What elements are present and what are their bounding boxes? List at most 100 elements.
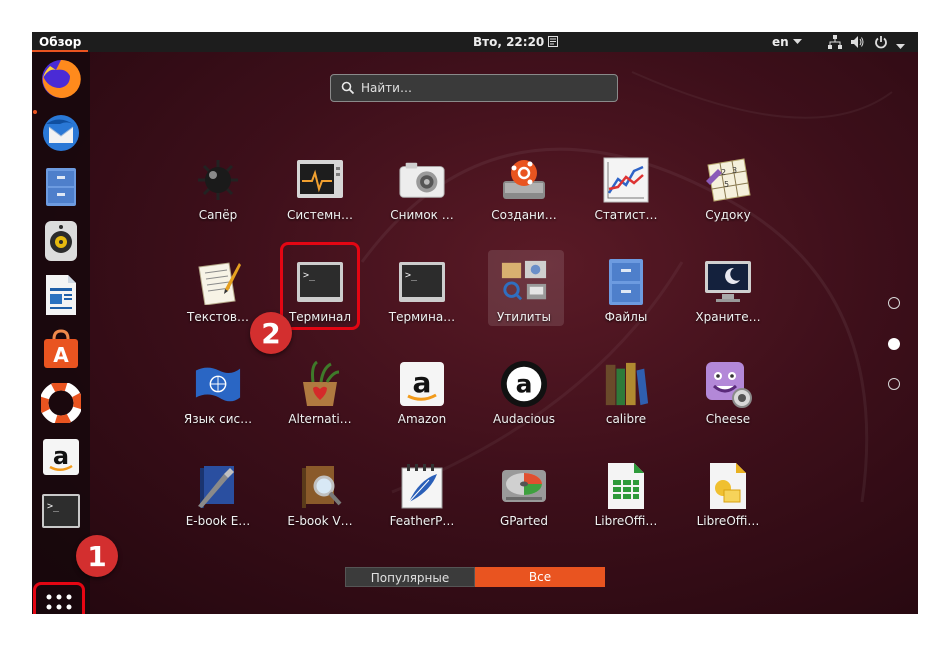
text-editor-icon [198,262,241,305]
app-cheese[interactable]: Cheese [678,356,778,436]
app-ebook-editor[interactable]: E-book E… [168,458,268,538]
cheese-icon [706,362,752,408]
calibre-books-icon [605,362,649,406]
app-amazon[interactable]: a Amazon [372,356,472,436]
notification-icon [548,36,559,47]
featherpad-icon [401,464,443,509]
app-label: Статист… [594,208,658,222]
top-bar: Обзор Вто, 22:20 en [32,32,918,52]
callout-1: 1 [76,535,118,577]
app-icon-wrap [704,258,752,306]
app-screenshot[interactable]: Снимок … [372,152,472,232]
dock-libreoffice-writer[interactable] [37,271,85,319]
show-applications-button[interactable] [33,582,85,614]
app-statistics[interactable]: Статист… [576,152,676,232]
app-gparted[interactable]: GParted [474,458,574,538]
activities-button[interactable]: Обзор [32,32,89,52]
dock-rhythmbox[interactable] [37,217,85,265]
app-icon-wrap [194,360,242,408]
app-libreoffice-calc[interactable]: LibreOffi… [576,458,676,538]
svg-text:A: A [53,343,69,367]
power-icon[interactable] [874,34,888,50]
app-label: LibreOffi… [696,514,760,528]
software-bag-icon: A [44,329,78,368]
app-minesweeper[interactable]: Сапёр [168,152,268,232]
terminal-highlight-frame [280,242,360,330]
language-selector[interactable]: en [772,32,802,52]
svg-text:>_: >_ [47,501,60,512]
app-icon-wrap: >_ [398,258,446,306]
app-icon-wrap [398,156,446,204]
search-input[interactable] [361,75,611,101]
app-icon-wrap [602,258,650,306]
app-icon-wrap [602,360,650,408]
app-audacious[interactable]: a Audacious [474,356,574,436]
libreoffice-draw-icon [710,463,746,509]
lifebuoy-icon [41,383,81,423]
app-label: Файлы [604,310,648,324]
app-libreoffice-draw[interactable]: LibreOffi… [678,458,778,538]
dock-amazon[interactable]: a [37,433,85,481]
app-ebook-viewer[interactable]: E-book V… [270,458,370,538]
mine-icon [198,160,238,200]
app-label: calibre [605,412,647,426]
page-indicator-1[interactable] [888,297,900,309]
app-sudoku[interactable]: 2 3 5 Судоку [678,152,778,232]
terminal-icon: >_ [42,494,80,528]
app-icon-wrap [194,462,242,510]
app-icon-wrap [602,462,650,510]
system-menu-chevron-icon[interactable] [896,39,905,55]
language-label: en [772,35,789,49]
startup-disk-icon [503,160,545,199]
app-folder-utilities[interactable]: Утилиты [474,254,574,334]
app-label: Язык сис… [183,412,253,426]
app-calibre[interactable]: calibre [576,356,676,436]
chevron-down-icon [792,39,802,44]
dock: A a >_ [32,52,90,614]
utilities-folder-icon [501,260,547,301]
app-screensaver[interactable]: Храните… [678,254,778,334]
view-switcher: Популярные Все [345,567,605,587]
thunderbird-icon [43,115,79,151]
app-alternatives[interactable]: Alternati… [270,356,370,436]
dock-firefox[interactable] [37,55,85,103]
app-label: Судоку [705,208,751,222]
desktop-screen: Обзор Вто, 22:20 en A a >_ Найти… Сапёр … [32,32,918,614]
app-icon-wrap [398,462,446,510]
dock-software[interactable]: A [37,325,85,373]
terminal-icon: >_ [399,262,445,302]
app-label: Cheese [705,412,751,426]
app-system-monitor[interactable]: Системн… [270,152,370,232]
app-terminal-2[interactable]: >_ Термина… [372,254,472,334]
app-icon-wrap [704,360,752,408]
app-label: LibreOffi… [594,514,658,528]
clock[interactable]: Вто, 22:20 [473,32,559,52]
un-flag-icon [195,367,241,402]
app-featherpad[interactable]: FeatherP… [372,458,472,538]
app-label: FeatherP… [389,514,455,528]
frequent-tab[interactable]: Популярные [345,567,475,587]
libreoffice-writer-icon [46,275,76,315]
app-label: Снимок … [390,208,454,222]
app-files[interactable]: Файлы [576,254,676,334]
network-icon[interactable] [828,34,842,50]
app-icon-wrap [296,462,344,510]
firefox-icon [42,59,81,98]
svg-text:3: 3 [732,166,737,175]
app-startup-disk-creator[interactable]: Создани… [474,152,574,232]
app-icon-wrap [500,156,548,204]
dock-files[interactable] [37,163,85,211]
page-indicator-3[interactable] [888,378,900,390]
app-icon-wrap: a [398,360,446,408]
volume-icon[interactable] [850,34,864,50]
app-icon-wrap [194,258,242,306]
search-box[interactable] [330,74,618,102]
dock-terminal[interactable]: >_ [37,487,85,535]
app-label: Утилиты [496,310,552,324]
app-language-support[interactable]: Язык сис… [168,356,268,436]
dock-help[interactable] [37,379,85,427]
all-tab[interactable]: Все [475,567,605,587]
dock-thunderbird[interactable] [37,109,85,157]
screensaver-monitor-icon [705,261,751,302]
page-indicator-2-active[interactable] [888,338,900,350]
